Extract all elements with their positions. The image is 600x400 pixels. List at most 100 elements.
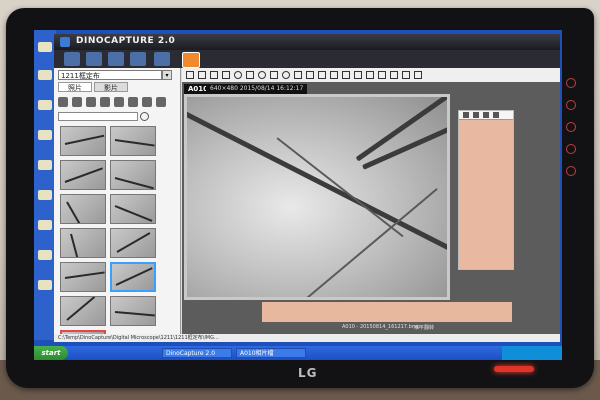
calibrate-tool-icon[interactable]: [378, 71, 386, 79]
taskbar-item-dinocapture[interactable]: DinoCapture 2.0: [162, 348, 232, 358]
thumbnail[interactable]: [60, 160, 106, 190]
viewer-filename: A010 - 20150814_161217.bmp: [342, 324, 420, 330]
monitor-brand-logo: LG: [298, 366, 318, 380]
desktop-icon[interactable]: [38, 160, 52, 170]
taskbar: start DinoCapture 2.0 A010相片檔: [34, 346, 562, 360]
viewer-note: 水平翻转: [414, 325, 435, 331]
folder-icon[interactable]: [64, 52, 80, 66]
left-panel: 1211框定布 ▾ 照片 影片: [54, 68, 181, 342]
fit-tool-icon[interactable]: [402, 71, 410, 79]
monitor-button[interactable]: [566, 122, 576, 132]
power-led: [494, 366, 534, 372]
video-icon[interactable]: [108, 52, 124, 66]
filter-icon[interactable]: [156, 97, 166, 107]
desktop-icon[interactable]: [38, 280, 52, 290]
measure-tool-icon[interactable]: [294, 71, 302, 79]
undo-tool-icon[interactable]: [342, 71, 350, 79]
capture-meta: 640×480 2015/08/14 16:12:17: [206, 84, 308, 94]
email-icon[interactable]: [128, 97, 138, 107]
taskbar-item-folder[interactable]: A010相片檔: [236, 348, 306, 358]
image-viewer: A010 640×480 2015/08/14 16:12:17 A010 - …: [182, 82, 560, 334]
window-title: DINOCAPTURE 2.0: [76, 36, 176, 46]
delete-tool-icon[interactable]: [366, 71, 374, 79]
redo-tool-icon[interactable]: [354, 71, 362, 79]
thumbnail[interactable]: [110, 160, 156, 190]
search-input[interactable]: [58, 112, 138, 121]
thumbnail-grid: [60, 126, 170, 342]
tool-icon[interactable]: [473, 112, 479, 118]
circle-tool-icon[interactable]: [234, 71, 242, 79]
desktop-icon[interactable]: [38, 250, 52, 260]
status-path: C:\Temp\DinoCapture\Digital Microscope\1…: [58, 335, 219, 341]
monitor-button[interactable]: [566, 78, 576, 88]
window-titlebar[interactable]: DINOCAPTURE 2.0: [54, 34, 560, 50]
camera-icon[interactable]: [86, 52, 102, 66]
status-bar: C:\Temp\DinoCapture\Digital Microscope\1…: [54, 334, 560, 342]
text-tool-icon[interactable]: [186, 71, 194, 79]
line-tool-icon[interactable]: [198, 71, 206, 79]
edit-icon[interactable]: [154, 52, 170, 66]
desktop-icon[interactable]: [38, 190, 52, 200]
tab-videos[interactable]: 影片: [94, 82, 128, 92]
grid-tool-icon[interactable]: [306, 71, 314, 79]
app-logo-icon: [60, 37, 70, 47]
copy-icon[interactable]: [72, 97, 82, 107]
save-icon[interactable]: [100, 97, 110, 107]
thumbnail[interactable]: [110, 194, 156, 224]
color-tool-icon[interactable]: [330, 71, 338, 79]
polygon-tool-icon[interactable]: [246, 71, 254, 79]
overlay-panel: [458, 110, 514, 270]
monitor-buttons: [566, 78, 576, 198]
desktop-icon[interactable]: [38, 70, 52, 80]
desktop-icon[interactable]: [38, 130, 52, 140]
tool-icon[interactable]: [493, 112, 499, 118]
radius-tool-icon[interactable]: [282, 71, 290, 79]
system-tray: [502, 346, 562, 360]
desktop-icon[interactable]: [38, 220, 52, 230]
project-select[interactable]: 1211框定布: [58, 70, 162, 80]
zoom-tool-icon[interactable]: [390, 71, 398, 79]
start-button[interactable]: start: [34, 346, 68, 360]
search-icon[interactable]: [140, 112, 149, 121]
viewer-bottom-area: [262, 302, 512, 322]
thumbnail[interactable]: [60, 228, 106, 258]
ellipse-tool-icon[interactable]: [258, 71, 266, 79]
thumbnail[interactable]: [110, 296, 156, 326]
open-icon[interactable]: [58, 97, 68, 107]
desktop-icon[interactable]: [38, 42, 52, 52]
thumbnail[interactable]: [60, 296, 106, 326]
thumbnail-selected[interactable]: [110, 262, 156, 292]
settings-icon[interactable]: [130, 52, 146, 66]
capture-button-icon[interactable]: [182, 52, 200, 68]
more-tool-icon[interactable]: [414, 71, 422, 79]
monitor-button[interactable]: [566, 144, 576, 154]
monitor-button[interactable]: [566, 166, 576, 176]
folder-icon[interactable]: [86, 97, 96, 107]
thumbnail[interactable]: [110, 126, 156, 156]
desktop-icons: [34, 30, 56, 340]
drawing-toolbar: [182, 68, 560, 83]
tool-icon[interactable]: [483, 112, 489, 118]
skin-surface: [187, 97, 447, 297]
ribbon: [54, 50, 560, 68]
rectangle-tool-icon[interactable]: [222, 71, 230, 79]
microscope-image[interactable]: [184, 94, 450, 300]
angle-tool-icon[interactable]: [270, 71, 278, 79]
desktop-icon[interactable]: [38, 100, 52, 110]
thumbnail[interactable]: [60, 262, 106, 292]
screen: DINOCAPTURE 2.0 1211框定布 ▾ 照片 影片 A010 640…: [34, 30, 562, 360]
scale-tool-icon[interactable]: [318, 71, 326, 79]
arrow-tool-icon[interactable]: [210, 71, 218, 79]
thumbnail[interactable]: [60, 194, 106, 224]
overlay-panel-bar: [459, 111, 513, 120]
tab-photos[interactable]: 照片: [58, 82, 92, 92]
delete-icon[interactable]: [142, 97, 152, 107]
thumbnail[interactable]: [110, 228, 156, 258]
tool-icon[interactable]: [463, 112, 469, 118]
thumbnail[interactable]: [60, 126, 106, 156]
dinocapture-window: DINOCAPTURE 2.0 1211框定布 ▾ 照片 影片 A010 640…: [54, 34, 560, 342]
monitor: LG DINOCAPTURE 2.0 1211框定布 ▾ 照片 影片 A010 …: [6, 8, 594, 388]
chevron-down-icon[interactable]: ▾: [162, 70, 172, 80]
monitor-button[interactable]: [566, 100, 576, 110]
print-icon[interactable]: [114, 97, 124, 107]
